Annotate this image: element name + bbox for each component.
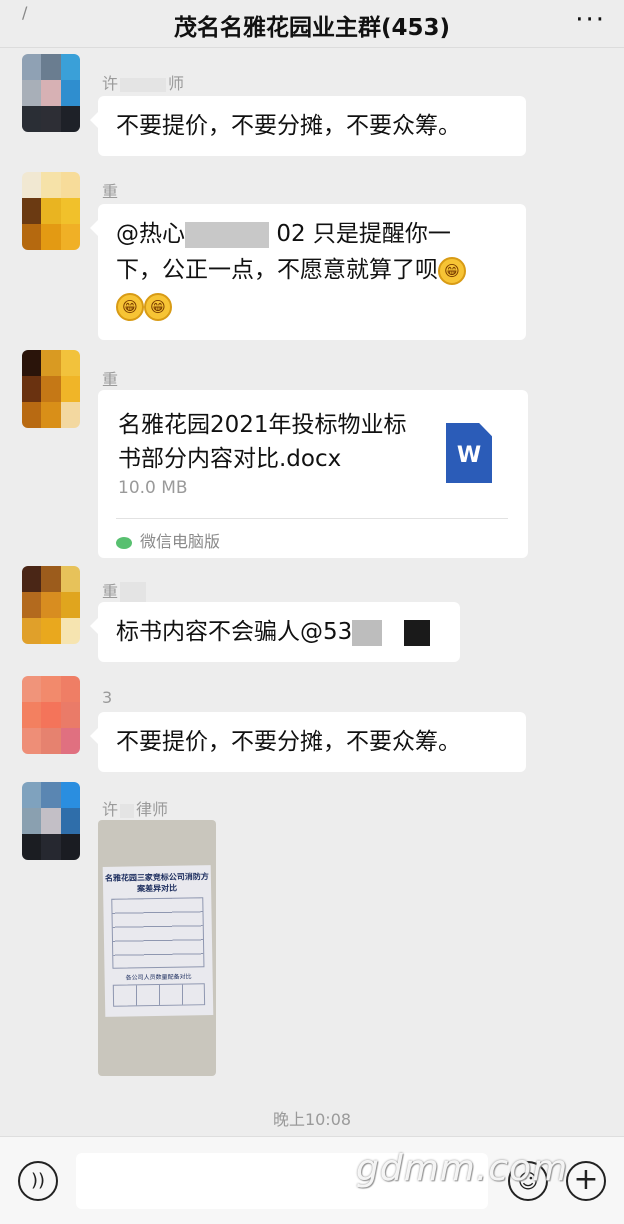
- redacted-text: [352, 619, 383, 646]
- message-text: 02 只是提醒你一: [276, 221, 451, 247]
- redacted-block: [404, 619, 431, 646]
- message-text: 标书内容不会骗人@53: [116, 619, 353, 645]
- sender-name: 重: [102, 370, 119, 389]
- grin-emoji-icon: 😁: [116, 292, 144, 321]
- photo-document-subtitle: 各公司人员数量配备对比: [125, 973, 192, 982]
- sender-name: 许师: [102, 74, 185, 93]
- wechat-icon: [116, 536, 132, 549]
- chat-header: / 茂名名雅花园业主群(453) ···: [0, 0, 624, 48]
- more-functions-button[interactable]: +: [566, 1161, 606, 1201]
- avatar[interactable]: [22, 782, 80, 860]
- file-source: 微信电脑版: [116, 528, 220, 552]
- avatar[interactable]: [22, 54, 80, 132]
- photo-table: [112, 983, 206, 1007]
- site-watermark: gdmm.com: [356, 1148, 569, 1189]
- photo-table: [111, 897, 205, 969]
- message-text: 不要提价，不要分摊，不要众筹。: [116, 729, 461, 755]
- message-bubble[interactable]: 标书内容不会骗人@53: [90, 602, 460, 662]
- message-bubble[interactable]: 不要提价，不要分摊，不要众筹。: [90, 96, 526, 156]
- avatar[interactable]: [22, 172, 80, 250]
- avatar[interactable]: [22, 566, 80, 644]
- sender-name: 重: [102, 182, 119, 201]
- sender-name: 3: [102, 688, 113, 707]
- avatar[interactable]: [22, 350, 80, 428]
- chat-area[interactable]: 许师 不要提价，不要分摊，不要众筹。 重 @热心 02 只是提醒你一 下，公正一…: [0, 48, 624, 1136]
- file-message-card[interactable]: 名雅花园2021年投标物业标书部分内容对比.docx 10.0 MB W 微信电…: [98, 390, 528, 558]
- photo-document: 名雅花园三家竞标公司消防方案差异对比 各公司人员数量配备对比: [102, 865, 214, 1017]
- grin-emoji-icon: 😁: [144, 292, 172, 321]
- voice-input-button[interactable]: )): [18, 1161, 58, 1201]
- message-text: 下，公正一点，不愿意就算了呗: [116, 257, 438, 283]
- message-bubble[interactable]: 不要提价，不要分摊，不要众筹。: [90, 712, 526, 772]
- word-document-icon: W: [446, 423, 492, 483]
- sender-name: 重: [102, 578, 148, 604]
- message-bubble[interactable]: @热心 02 只是提醒你一 下，公正一点，不愿意就算了呗 😁 😁 😁: [90, 204, 526, 340]
- divider: [116, 518, 508, 519]
- message-timestamp: 晚上10:08: [272, 1110, 352, 1129]
- avatar[interactable]: [22, 676, 80, 754]
- more-options-icon[interactable]: ···: [575, 7, 606, 33]
- group-title: 茂名名雅花园业主群(453): [173, 15, 451, 41]
- photo-message[interactable]: 名雅花园三家竞标公司消防方案差异对比 各公司人员数量配备对比: [98, 820, 216, 1076]
- photo-document-title: 名雅花园三家竞标公司消防方案差异对比: [104, 872, 209, 894]
- redacted-text: [185, 221, 269, 248]
- grin-emoji-icon: 😁: [438, 256, 466, 285]
- message-text: 不要提价，不要分摊，不要众筹。: [116, 113, 461, 139]
- file-size: 10.0 MB: [118, 478, 188, 498]
- message-text: @热心: [116, 221, 185, 247]
- file-name: 名雅花园2021年投标物业标书部分内容对比.docx: [118, 412, 407, 472]
- sender-name: 许律师: [102, 800, 169, 819]
